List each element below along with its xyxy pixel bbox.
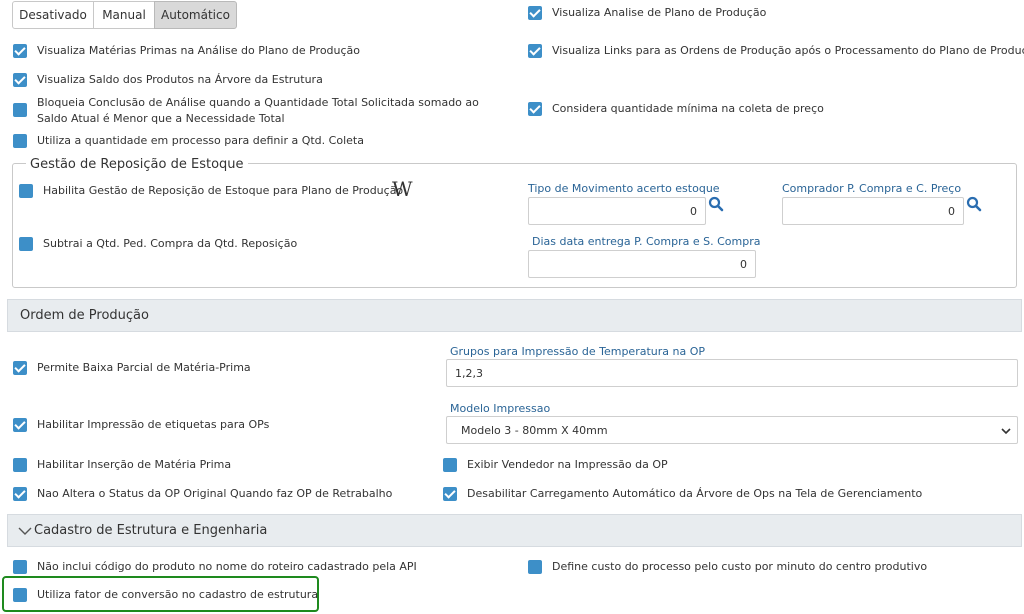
mode-automatico-button[interactable]: Automático — [154, 1, 237, 29]
bloqueia-conclusao-checkbox[interactable] — [13, 103, 27, 117]
modelo-impressao-select[interactable]: Modelo 3 - 80mm X 40mm — [446, 416, 1018, 444]
nao-altera-status-label: Nao Altera o Status da OP Original Quand… — [37, 487, 393, 500]
tipo-movimento-label: Tipo de Movimento acerto estoque — [528, 182, 720, 195]
modelo-impressao-value: Modelo 3 - 80mm X 40mm — [461, 423, 608, 437]
dias-entrega-input[interactable]: 0 — [528, 250, 756, 278]
utiliza-fator-checkbox[interactable] — [13, 588, 27, 602]
comprador-label: Comprador P. Compra e C. Preço — [782, 182, 962, 195]
permite-baixa-label: Permite Baixa Parcial de Matéria-Prima — [37, 361, 251, 374]
permite-baixa-checkbox[interactable] — [13, 361, 27, 375]
chevron-down-icon — [1001, 428, 1011, 435]
nao-altera-status-checkbox[interactable] — [13, 487, 27, 501]
subtrai-qtd-checkbox[interactable] — [19, 237, 33, 251]
considera-qtd-minima-label: Considera quantidade mínima na coleta de… — [552, 102, 824, 115]
utiliza-qtd-processo-checkbox[interactable] — [13, 134, 27, 148]
comprador-search-icon[interactable] — [966, 196, 982, 212]
visualiza-analise-label: Visualiza Analise de Plano de Produção — [552, 6, 767, 19]
desabilitar-carregamento-label: Desabilitar Carregamento Automático da Á… — [467, 487, 923, 500]
visualiza-materias-label: Visualiza Matérias Primas na Análise do … — [37, 44, 361, 57]
grupos-impressao-label: Grupos para Impressão de Temperatura na … — [450, 345, 705, 358]
visualiza-analise-checkbox[interactable] — [528, 6, 542, 20]
visualiza-saldo-label: Visualiza Saldo dos Produtos na Árvore d… — [37, 73, 323, 86]
comprador-input[interactable]: 0 — [782, 197, 964, 225]
cadastro-estrutura-header[interactable]: Cadastro de Estrutura e Engenharia — [7, 514, 1022, 547]
visualiza-materias-checkbox[interactable] — [13, 44, 27, 58]
visualiza-links-checkbox[interactable] — [528, 44, 542, 58]
grupos-impressao-input[interactable]: 1,2,3 — [446, 359, 1018, 387]
cadastro-estrutura-title: Cadastro de Estrutura e Engenharia — [34, 523, 268, 538]
mode-manual-button[interactable]: Manual — [93, 1, 155, 29]
ordem-producao-title: Ordem de Produção — [20, 308, 149, 323]
utiliza-fator-label: Utiliza fator de conversão no cadastro d… — [37, 588, 319, 601]
visualiza-saldo-checkbox[interactable] — [13, 73, 27, 87]
exibir-vendedor-label: Exibir Vendedor na Impressão da OP — [467, 458, 668, 471]
habilitar-etiquetas-checkbox[interactable] — [13, 418, 27, 432]
nao-inclui-codigo-checkbox[interactable] — [13, 560, 27, 574]
wikipedia-icon[interactable]: W — [392, 177, 413, 201]
subtrai-qtd-label: Subtrai a Qtd. Ped. Compra da Qtd. Repos… — [43, 237, 298, 250]
habilita-reposicao-label: Habilita Gestão de Reposição de Estoque … — [43, 184, 404, 197]
ordem-producao-header[interactable]: Ordem de Produção — [7, 299, 1022, 332]
nao-inclui-codigo-label: Não inclui código do produto no nome do … — [37, 560, 417, 573]
tipo-movimento-search-icon[interactable] — [708, 196, 724, 212]
habilitar-insercao-label: Habilitar Inserção de Matéria Prima — [37, 458, 232, 471]
reposicao-title: Gestão de Reposição de Estoque — [26, 157, 248, 172]
dias-entrega-label: Dias data entrega P. Compra e S. Compra — [532, 235, 761, 248]
bloqueia-conclusao-label: Bloqueia Conclusão de Análise quando a Q… — [37, 96, 479, 125]
habilitar-insercao-checkbox[interactable] — [13, 458, 27, 472]
desabilitar-carregamento-checkbox[interactable] — [443, 487, 457, 501]
mode-desativado-button[interactable]: Desativado — [12, 1, 94, 29]
modelo-impressao-label: Modelo Impressao — [450, 402, 551, 415]
habilitar-etiquetas-label: Habilitar Impressão de etiquetas para OP… — [37, 418, 270, 431]
visualiza-links-label: Visualiza Links para as Ordens de Produç… — [552, 44, 1024, 57]
define-custo-label: Define custo do processo pelo custo por … — [552, 560, 928, 573]
considera-qtd-minima-checkbox[interactable] — [528, 102, 542, 116]
define-custo-checkbox[interactable] — [528, 560, 542, 574]
habilita-reposicao-checkbox[interactable] — [19, 184, 33, 198]
chevron-down-icon — [18, 527, 32, 535]
utiliza-qtd-processo-label: Utiliza a quantidade em processo para de… — [37, 134, 364, 147]
exibir-vendedor-checkbox[interactable] — [443, 458, 457, 472]
tipo-movimento-input[interactable]: 0 — [528, 197, 706, 225]
